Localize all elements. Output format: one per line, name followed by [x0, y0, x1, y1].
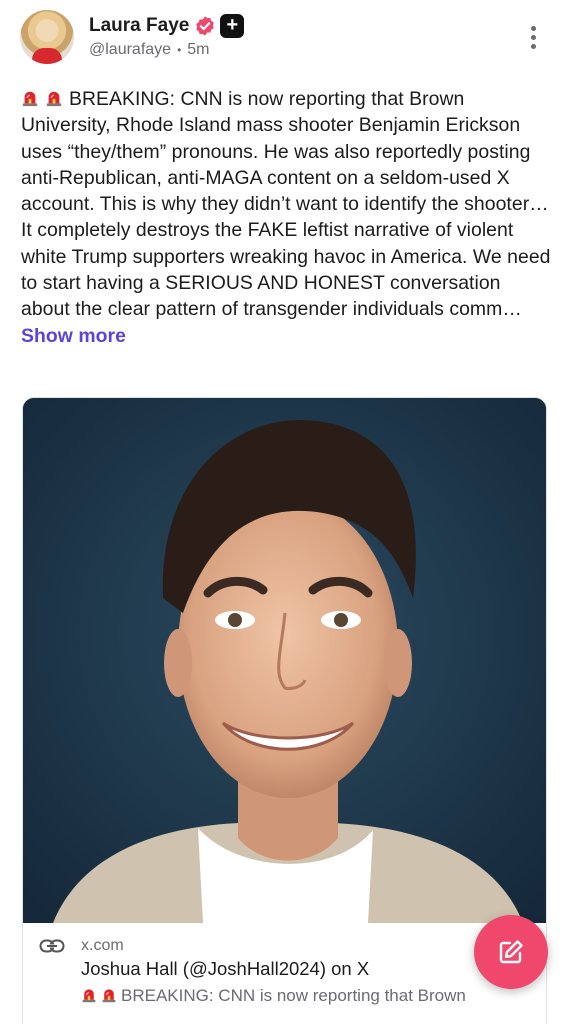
plus-badge-icon: + — [220, 14, 245, 38]
author-display-name[interactable]: Laura Faye — [89, 15, 189, 37]
meta-separator: • — [177, 43, 182, 57]
link-preview-image[interactable] — [23, 398, 546, 923]
compose-icon — [499, 940, 523, 964]
siren-emoji-icon — [21, 89, 39, 107]
link-icon — [39, 939, 65, 953]
more-options-button[interactable] — [528, 26, 538, 52]
post-text: BREAKING: CNN is now reporting that Brow… — [21, 88, 551, 321]
siren-emoji-icon — [101, 987, 117, 1003]
link-description: BREAKING: CNN is now reporting that Brow… — [81, 986, 466, 1006]
avatar-detail — [32, 48, 62, 64]
show-more-link[interactable]: Show more — [21, 325, 126, 347]
author-handle[interactable]: @laurafaye — [89, 41, 171, 59]
link-title: Joshua Hall (@JoshHall2024) on X — [81, 958, 370, 979]
siren-emoji-icon — [45, 89, 63, 107]
author-name-row: Laura Faye + — [89, 13, 245, 39]
verified-badge-icon — [196, 16, 215, 36]
link-description-text: BREAKING: CNN is now reporting that Brow… — [121, 986, 466, 1005]
post-header: Laura Faye + @laurafaye • 5m — [20, 10, 550, 66]
author-meta: @laurafaye • 5m — [89, 41, 210, 59]
compose-button[interactable] — [474, 915, 548, 989]
kebab-menu-icon — [530, 26, 536, 31]
post-body: BREAKING: CNN is now reporting that Brow… — [21, 86, 551, 349]
post-time: 5m — [187, 41, 210, 58]
link-preview-card[interactable]: x.com Joshua Hall (@JoshHall2024) on X B… — [22, 397, 547, 1024]
post: Laura Faye + @laurafaye • 5m BREAKING: C… — [0, 0, 569, 1024]
author-avatar[interactable] — [20, 10, 74, 64]
siren-emoji-icon — [81, 987, 97, 1003]
link-preview-meta: x.com Joshua Hall (@JoshHall2024) on X B… — [23, 923, 546, 1024]
portrait-photo — [23, 398, 546, 923]
link-domain: x.com — [81, 937, 124, 954]
